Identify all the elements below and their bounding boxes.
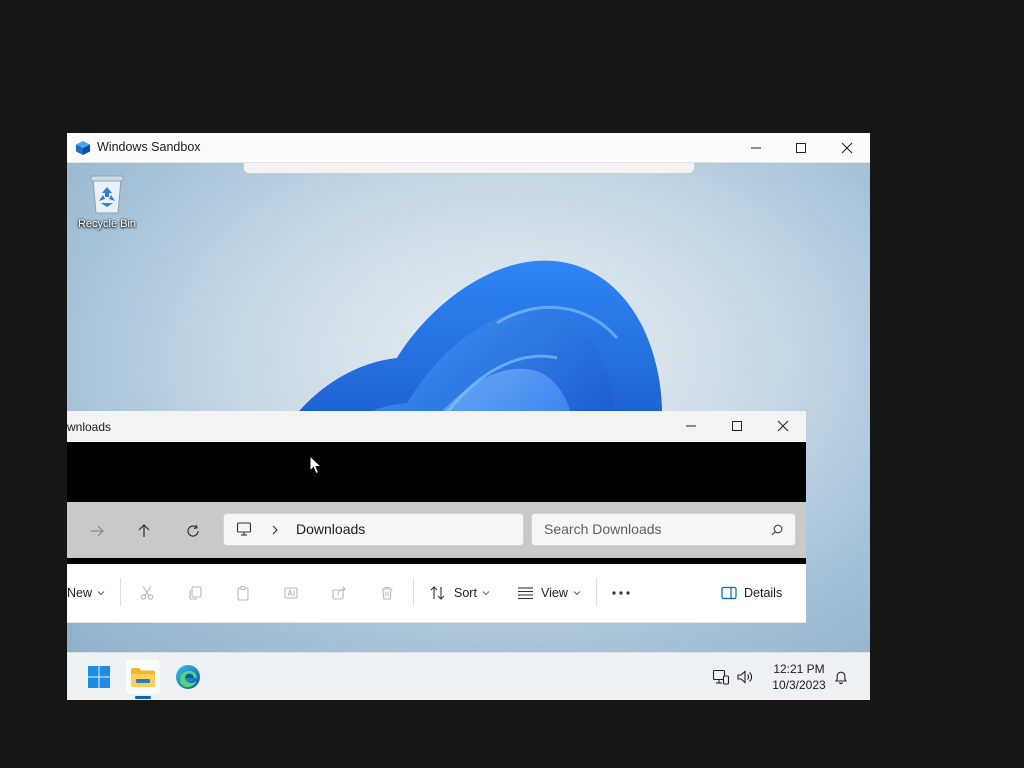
active-app-indicator bbox=[135, 696, 151, 699]
delete-button[interactable] bbox=[376, 582, 398, 604]
clipboard-icon bbox=[237, 585, 249, 601]
explorer-title-bar[interactable]: wnloads bbox=[67, 411, 806, 441]
cut-button[interactable] bbox=[136, 582, 158, 604]
details-pane-icon bbox=[721, 586, 737, 600]
trash-icon bbox=[381, 586, 393, 600]
edge-browser-icon bbox=[176, 665, 200, 689]
maximize-icon bbox=[732, 421, 742, 431]
clock-date: 10/3/2023 bbox=[772, 678, 826, 692]
recycle-bin-icon bbox=[90, 175, 124, 214]
forward-button[interactable] bbox=[86, 520, 108, 542]
mouse-cursor-icon bbox=[309, 455, 323, 475]
minimize-icon bbox=[751, 147, 761, 148]
new-label: New bbox=[67, 586, 93, 600]
monitor-icon bbox=[236, 521, 252, 542]
sort-arrows-icon bbox=[430, 586, 445, 600]
sandbox-minimize-button[interactable] bbox=[733, 133, 779, 162]
copy-button[interactable] bbox=[184, 582, 206, 604]
arrow-right-icon bbox=[91, 525, 104, 537]
share-icon bbox=[332, 586, 346, 600]
top-dropdown-bar[interactable] bbox=[243, 163, 695, 174]
share-button[interactable] bbox=[328, 582, 350, 604]
toolbar-separator bbox=[120, 578, 121, 606]
more-dots-icon bbox=[612, 591, 630, 595]
clock-time: 12:21 PM bbox=[773, 662, 825, 676]
sandbox-title: Windows Sandbox bbox=[97, 140, 201, 154]
recycle-bin-label: Recycle Bin bbox=[77, 218, 137, 230]
notification-bell-icon[interactable] bbox=[831, 667, 851, 687]
up-button[interactable] bbox=[133, 520, 155, 542]
view-button[interactable]: View bbox=[517, 582, 582, 604]
minimize-icon bbox=[686, 425, 696, 427]
explorer-command-bar: New Sort View Details bbox=[67, 564, 806, 623]
taskbar: 12:21 PM 10/3/2023 bbox=[67, 652, 870, 700]
explorer-minimize-button[interactable] bbox=[668, 411, 714, 441]
sandbox-close-button[interactable] bbox=[824, 133, 870, 162]
volume-icon[interactable] bbox=[735, 667, 755, 687]
explorer-navigation-bar: Downloads bbox=[67, 502, 806, 558]
refresh-button[interactable] bbox=[182, 520, 204, 542]
address-bar[interactable]: Downloads bbox=[223, 513, 524, 546]
sort-label: Sort bbox=[454, 586, 477, 600]
maximize-icon bbox=[796, 142, 806, 153]
new-button[interactable]: New bbox=[67, 582, 106, 604]
close-icon bbox=[777, 420, 789, 432]
details-label: Details bbox=[744, 586, 783, 600]
paste-button[interactable] bbox=[232, 582, 254, 604]
view-label: View bbox=[541, 586, 568, 600]
copy-icon bbox=[189, 586, 202, 600]
more-options-button[interactable] bbox=[610, 582, 632, 604]
sort-button[interactable]: Sort bbox=[429, 582, 491, 604]
search-input[interactable] bbox=[544, 518, 764, 540]
taskbar-file-explorer[interactable] bbox=[126, 660, 160, 694]
toolbar-separator bbox=[596, 578, 597, 606]
sandbox-title-bar[interactable]: Windows Sandbox bbox=[67, 133, 870, 163]
recycle-bin-shortcut[interactable]: Recycle Bin bbox=[73, 173, 141, 230]
taskbar-edge[interactable] bbox=[171, 660, 205, 694]
network-icon[interactable] bbox=[711, 667, 731, 687]
search-icon[interactable] bbox=[771, 523, 783, 541]
refresh-icon bbox=[187, 524, 199, 537]
explorer-tab-area bbox=[67, 442, 806, 502]
explorer-close-button[interactable] bbox=[760, 411, 806, 441]
search-box[interactable] bbox=[531, 513, 796, 546]
windows-logo-icon bbox=[88, 666, 110, 688]
sandbox-window: Windows Sandbox Recycle Bin wnloads Down… bbox=[67, 133, 870, 700]
chevron-down-icon bbox=[573, 591, 581, 596]
sandbox-maximize-button[interactable] bbox=[778, 133, 824, 162]
rename-icon bbox=[284, 587, 298, 599]
chevron-right-icon[interactable] bbox=[270, 523, 280, 541]
close-icon bbox=[841, 142, 853, 153]
view-lines-icon bbox=[518, 587, 533, 600]
rename-button[interactable] bbox=[280, 582, 302, 604]
explorer-title: wnloads bbox=[67, 420, 112, 434]
details-button[interactable]: Details bbox=[721, 582, 782, 604]
start-button[interactable] bbox=[82, 660, 116, 694]
chevron-down-icon bbox=[97, 591, 105, 596]
file-explorer-window: wnloads Downloads Search Downloads New S… bbox=[67, 411, 806, 623]
system-clock[interactable]: 12:21 PM 10/3/2023 bbox=[767, 661, 831, 693]
sandbox-cube-icon bbox=[75, 140, 91, 156]
arrow-up-icon bbox=[138, 524, 150, 537]
chevron-down-icon bbox=[482, 591, 490, 596]
scissors-icon bbox=[140, 586, 154, 600]
folder-icon bbox=[131, 668, 155, 687]
address-location[interactable]: Downloads bbox=[296, 521, 365, 537]
explorer-maximize-button[interactable] bbox=[714, 411, 760, 441]
toolbar-separator bbox=[413, 578, 414, 606]
